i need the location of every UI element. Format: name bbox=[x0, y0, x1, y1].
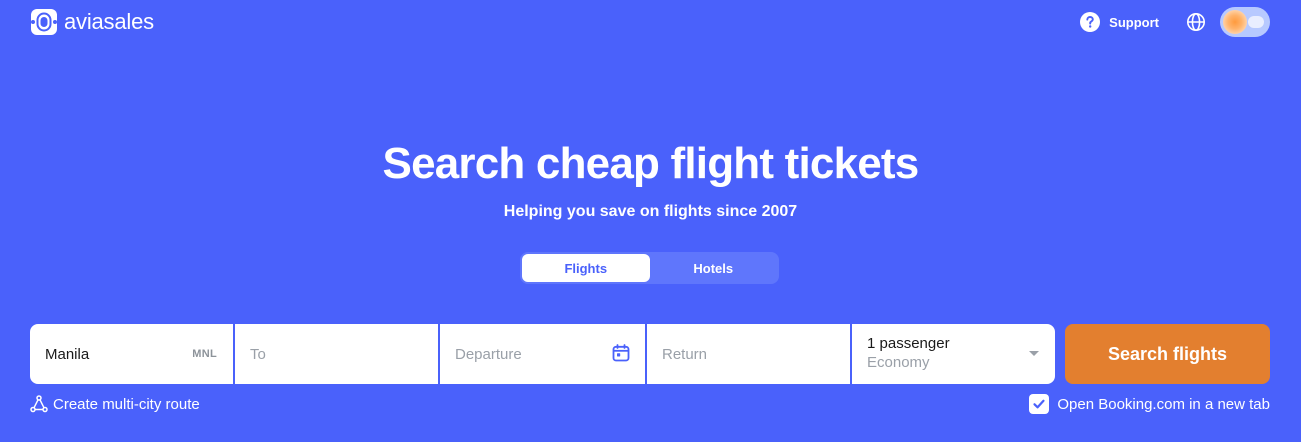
tab-hotels[interactable]: Hotels bbox=[650, 254, 778, 282]
booking-label: Open Booking.com in a new tab bbox=[1057, 395, 1270, 413]
destination-placeholder: To bbox=[250, 345, 266, 363]
route-icon bbox=[30, 395, 48, 413]
multi-city-link[interactable]: Create multi-city route bbox=[30, 395, 200, 413]
passengers-select[interactable]: 1 passenger Economy bbox=[852, 324, 1055, 384]
origin-value: Manila bbox=[45, 345, 90, 363]
passenger-count: 1 passenger bbox=[867, 335, 950, 352]
multi-city-label: Create multi-city route bbox=[53, 395, 200, 413]
page-subtitle: Helping you save on flights since 2007 bbox=[503, 203, 798, 220]
support-link[interactable]: Support bbox=[1080, 12, 1159, 32]
origin-field[interactable]: Manila MNL bbox=[30, 324, 233, 384]
brand-name: aviasales bbox=[64, 9, 154, 34]
aviasales-logo-icon bbox=[31, 9, 57, 35]
question-icon bbox=[1080, 12, 1101, 32]
departure-placeholder: Departure bbox=[455, 345, 522, 363]
globe-icon[interactable] bbox=[1186, 12, 1206, 32]
destination-field[interactable]: To bbox=[235, 324, 438, 384]
cloud-icon bbox=[1248, 16, 1264, 28]
calendar-icon[interactable] bbox=[612, 344, 630, 362]
return-placeholder: Return bbox=[662, 345, 708, 363]
support-label: Support bbox=[1109, 14, 1159, 30]
cabin-class: Economy bbox=[867, 354, 930, 371]
brand-logo[interactable]: aviasales bbox=[31, 9, 154, 35]
header-actions: Support bbox=[1080, 7, 1270, 37]
origin-code: MNL bbox=[192, 348, 217, 360]
tab-flights[interactable]: Flights bbox=[522, 254, 650, 282]
checkmark-icon bbox=[1033, 399, 1045, 409]
page-title: Search cheap flight tickets bbox=[382, 139, 920, 188]
return-date-field[interactable]: Return bbox=[647, 324, 850, 384]
chevron-down-icon bbox=[1029, 351, 1039, 356]
open-booking-option[interactable]: Open Booking.com in a new tab bbox=[1029, 394, 1270, 414]
theme-toggle[interactable] bbox=[1220, 7, 1270, 37]
sun-icon bbox=[1223, 10, 1247, 34]
search-type-tabs: Flights Hotels bbox=[520, 252, 779, 284]
search-flights-button[interactable]: Search flights bbox=[1065, 324, 1270, 384]
departure-date-field[interactable]: Departure bbox=[440, 324, 645, 384]
flight-search-form: Manila MNL To Departure Return 1 passeng… bbox=[30, 324, 1055, 384]
booking-checkbox[interactable] bbox=[1029, 394, 1050, 414]
